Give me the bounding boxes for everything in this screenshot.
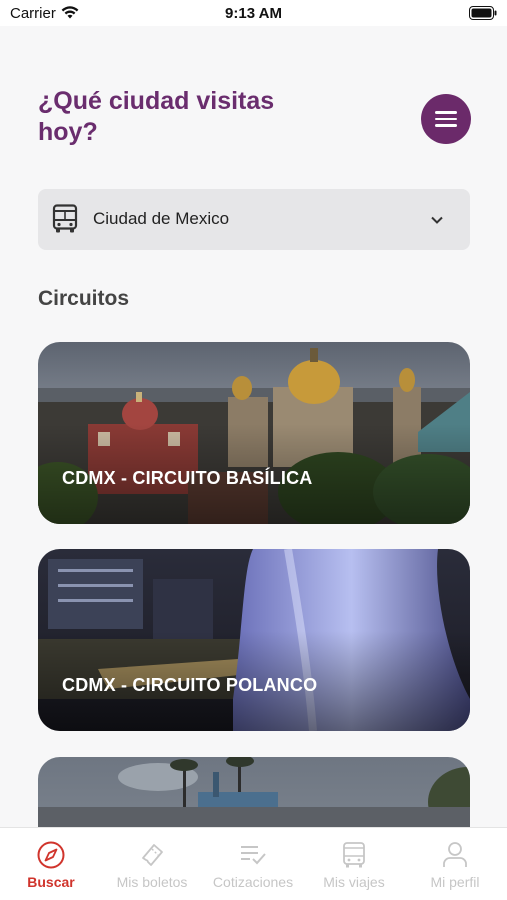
- checklist-icon: [241, 846, 266, 865]
- circuit-card-title: CDMX - CIRCUITO BASÍLICA: [62, 468, 313, 488]
- person-icon: [443, 842, 467, 867]
- tab-label: Mis viajes: [323, 874, 385, 890]
- compass-icon: [37, 841, 65, 869]
- menu-button[interactable]: [421, 94, 471, 144]
- circuit-image-basilica: [38, 342, 470, 524]
- tab-mis-boletos[interactable]: Mis boletos: [101, 828, 203, 900]
- tab-label: Mi perfil: [430, 874, 480, 890]
- tab-mis-viajes[interactable]: Mis viajes: [303, 828, 405, 900]
- bus-icon: [343, 842, 365, 868]
- ticket-icon: [142, 844, 163, 866]
- tab-mi-perfil[interactable]: Mi perfil: [404, 828, 506, 900]
- section-title: Circuitos: [38, 287, 130, 310]
- tab-buscar[interactable]: Buscar: [0, 828, 102, 900]
- circuit-image-polanco: [38, 549, 470, 731]
- clock: 9:13 AM: [225, 5, 282, 22]
- tab-cotizaciones[interactable]: Cotizaciones: [202, 828, 304, 900]
- hamburger-icon-line: [435, 117, 457, 120]
- chevron-down-icon: [431, 216, 443, 224]
- hamburger-icon-line: [435, 111, 457, 114]
- circuit-card-polanco[interactable]: CDMX - CIRCUITO POLANCO: [38, 549, 470, 731]
- circuit-card-title: CDMX - CIRCUITO POLANCO: [62, 675, 318, 695]
- screen: Carrier 9:13 AM ¿Qué ciudad visitas hoy?: [0, 0, 507, 900]
- hamburger-icon-line: [435, 124, 457, 127]
- circuit-card-basilica[interactable]: CDMX - CIRCUITO BASÍLICA: [38, 342, 470, 524]
- bus-icon: [52, 204, 78, 233]
- city-select[interactable]: Ciudad de Mexico: [38, 189, 470, 250]
- status-bar: Carrier 9:13 AM: [0, 0, 507, 26]
- tab-label: Mis boletos: [116, 874, 188, 890]
- city-select-value: Ciudad de Mexico: [93, 209, 230, 228]
- battery-icon: [469, 6, 497, 20]
- tab-label: Buscar: [27, 874, 75, 890]
- tab-bar: Buscar Mis boletos Cotizaciones Mis viaj…: [0, 827, 507, 900]
- tab-label: Cotizaciones: [212, 874, 294, 890]
- page-title: ¿Qué ciudad visitas hoy?: [38, 87, 275, 146]
